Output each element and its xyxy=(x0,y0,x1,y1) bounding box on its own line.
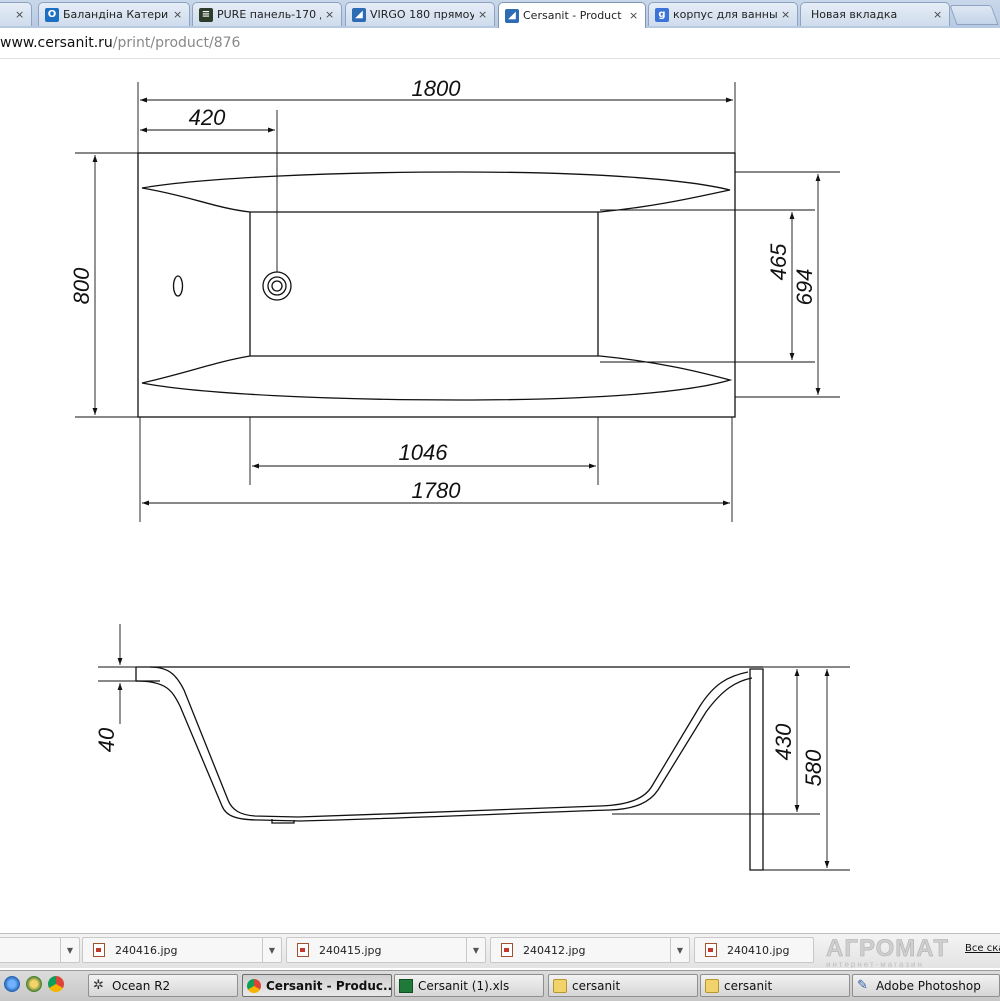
basin-profile xyxy=(149,666,749,818)
dim-40: 40 xyxy=(94,727,119,752)
agromat-watermark-logo: АГРОМАТ интернет-магазин xyxy=(826,935,966,970)
tab-virgo[interactable]: ◢ VIRGO 180 прямоуго × xyxy=(345,2,495,26)
url-path: /print/product/876 xyxy=(112,35,241,51)
drain-icon xyxy=(262,271,292,301)
dim-800: 800 xyxy=(69,267,94,304)
tab-strip: × O Баландіна Катерина × ≡ PURE панель-1… xyxy=(0,0,1000,28)
dim-1046: 1046 xyxy=(399,440,449,465)
taskbar-label: Cersanit - Produc... xyxy=(266,978,392,993)
download-label: 240412.jpg xyxy=(523,943,586,957)
image-file-icon xyxy=(297,943,309,957)
image-file-icon xyxy=(501,943,513,957)
address-bar[interactable]: www.cersanit.ru/print/product/876 xyxy=(0,28,1000,59)
close-icon[interactable]: × xyxy=(478,8,488,21)
close-icon[interactable]: × xyxy=(15,8,25,21)
dim-1780: 1780 xyxy=(412,478,462,503)
cersanit-icon: ◢ xyxy=(352,7,366,22)
download-item[interactable]: ▼ xyxy=(0,937,80,963)
tab-partial[interactable]: × xyxy=(0,2,32,26)
download-label: 240416.jpg xyxy=(115,943,178,957)
upper-ledge xyxy=(141,171,731,213)
google-icon: g xyxy=(655,7,669,22)
taskbar-label: Ocean R2 xyxy=(112,978,171,993)
folder-icon xyxy=(705,978,719,993)
excel-icon xyxy=(399,978,413,993)
taskbar-label: cersanit xyxy=(724,978,773,993)
logo-main-text: АГРОМАТ xyxy=(826,935,950,962)
close-icon[interactable]: × xyxy=(781,8,791,21)
download-item[interactable]: 240415.jpg ▼ xyxy=(286,937,486,963)
dim-430: 430 xyxy=(771,723,796,760)
chevron-down-icon[interactable]: ▼ xyxy=(670,938,689,962)
tab-pure-panel[interactable]: ≡ PURE панель-170 д × xyxy=(192,2,342,26)
overflow-hole xyxy=(172,275,184,297)
tab-label: Баландіна Катерина xyxy=(63,8,169,21)
chevron-down-icon[interactable]: ▼ xyxy=(60,938,79,962)
download-label: 240410.jpg xyxy=(727,943,790,957)
dim-1800: 1800 xyxy=(412,76,462,101)
download-label: 240415.jpg xyxy=(319,943,382,957)
extension-lines xyxy=(75,82,840,522)
chevron-down-icon[interactable]: ▼ xyxy=(262,938,281,962)
download-item[interactable]: 240412.jpg ▼ xyxy=(490,937,690,963)
cersanit-icon: ◢ xyxy=(505,8,519,23)
close-icon[interactable]: × xyxy=(933,8,943,21)
dim-580: 580 xyxy=(801,749,826,786)
network-icon[interactable] xyxy=(26,976,42,992)
top-view xyxy=(137,152,736,418)
dim-420: 420 xyxy=(189,105,226,130)
dim-465: 465 xyxy=(766,243,791,280)
taskbar-button-excel[interactable]: Cersanit (1).xls xyxy=(394,974,544,997)
outlook-icon: O xyxy=(45,7,59,22)
dimensions-side: 40 430 580 xyxy=(94,624,830,868)
chrome-icon xyxy=(247,978,261,993)
image-file-icon xyxy=(705,943,717,957)
close-icon[interactable]: × xyxy=(173,8,183,21)
taskbar-button-folder[interactable]: cersanit xyxy=(548,974,698,997)
tab-google-search[interactable]: g корпус для ванны - × xyxy=(648,2,798,26)
download-item[interactable]: 240416.jpg ▼ xyxy=(82,937,282,963)
tab-label: Новая вкладка xyxy=(811,8,898,21)
dim-694: 694 xyxy=(792,269,817,306)
folder-icon xyxy=(553,978,567,993)
tab-outlook[interactable]: O Баландіна Катерина × xyxy=(38,2,190,26)
tub-outline xyxy=(137,152,736,418)
apron-panel xyxy=(749,668,764,871)
url-host: www.cersanit.ru xyxy=(0,35,113,51)
tab-cersanit-product[interactable]: ◢ Cersanit - Product Pr × xyxy=(498,2,646,28)
chevron-down-icon[interactable]: ▼ xyxy=(466,938,485,962)
page-icon: ≡ xyxy=(199,7,213,22)
taskbar-label: cersanit xyxy=(572,978,621,993)
dimensions-top: 1800 420 800 465 694 1046 1780 xyxy=(69,76,821,506)
image-file-icon xyxy=(93,943,105,957)
side-extension-lines xyxy=(98,666,850,871)
lower-ledge xyxy=(141,355,733,401)
show-all-downloads-link[interactable]: Все ска xyxy=(965,943,1000,954)
photoshop-icon: ✎ xyxy=(857,977,868,993)
taskbar-button-folder[interactable]: cersanit xyxy=(700,974,850,997)
close-icon[interactable]: × xyxy=(629,9,639,22)
bathtub-drawing: 1800 420 800 465 694 1046 1780 40 430 58… xyxy=(69,76,850,871)
tab-label: PURE панель-170 д xyxy=(217,8,321,21)
taskbar-label: Cersanit (1).xls xyxy=(418,978,510,993)
close-icon[interactable]: × xyxy=(325,8,335,21)
tab-new-tab[interactable]: Новая вкладка × xyxy=(800,2,950,26)
chrome-icon[interactable] xyxy=(48,976,64,992)
taskbar-button-photoshop[interactable]: ✎ Adobe Photoshop xyxy=(852,974,1000,997)
ie-icon[interactable] xyxy=(4,976,20,992)
gear-icon: ✲ xyxy=(93,977,104,993)
side-view xyxy=(135,666,764,871)
download-item[interactable]: 240410.jpg xyxy=(694,937,814,963)
tab-label: корпус для ванны - xyxy=(673,8,777,21)
taskbar-button-chrome[interactable]: Cersanit - Produc... xyxy=(242,974,392,997)
taskbar-label: Adobe Photoshop xyxy=(876,978,981,993)
taskbar-button-ocean[interactable]: ✲ Ocean R2 xyxy=(88,974,238,997)
new-tab-button[interactable] xyxy=(949,5,999,25)
tab-label: VIRGO 180 прямоуго xyxy=(370,8,474,21)
tab-label: Cersanit - Product Pr xyxy=(523,9,625,22)
